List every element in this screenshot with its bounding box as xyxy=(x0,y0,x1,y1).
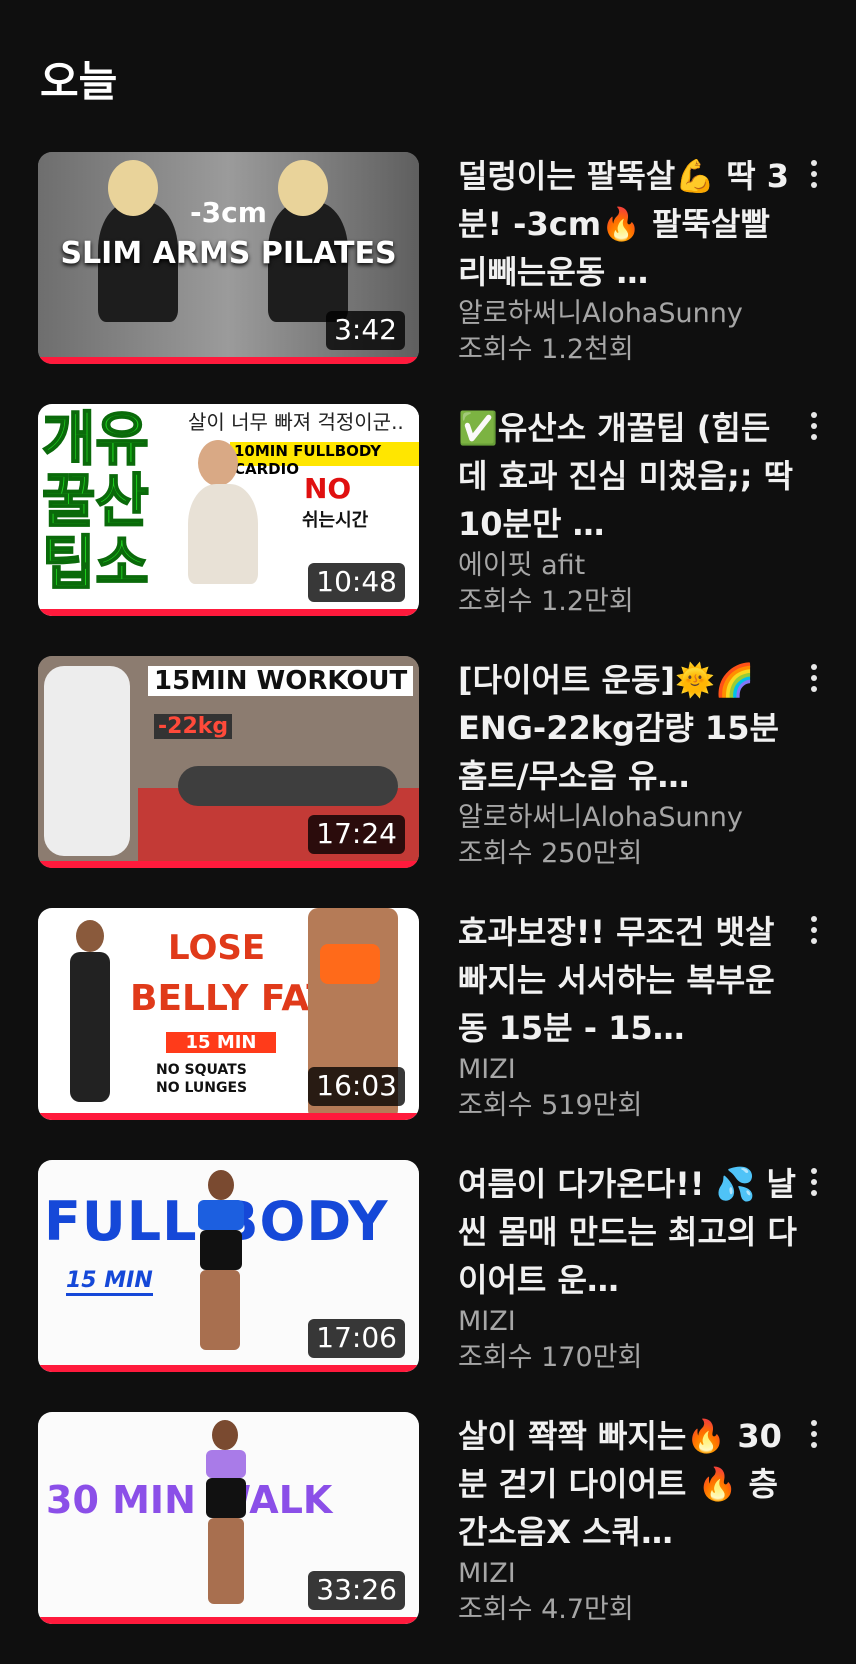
channel-name: MIZI xyxy=(458,1306,516,1337)
video-title[interactable]: ✅유산소 개꿀팁 (힘든데 효과 진심 미쳤음;; 딱 10분만 … xyxy=(458,404,798,548)
channel-name: 에이핏 afit xyxy=(458,550,586,581)
channel-name: 알로하써니AlohaSunny xyxy=(458,802,743,833)
thumbnail-text: 15 MIN xyxy=(66,1268,153,1296)
video-item[interactable]: FULL BODY 15 MIN 17:06 여름이 다가온다!! 💦 날씬 몸… xyxy=(0,1160,856,1412)
video-title[interactable]: 여름이 다가온다!! 💦 날씬 몸매 만드는 최고의 다이어트 운… xyxy=(458,1160,798,1304)
video-title[interactable]: 덜렁이는 팔뚝살💪 딱 3분! -3cm🔥 팔뚝살빨리빼는운동 … xyxy=(458,152,798,296)
more-vert-icon[interactable] xyxy=(802,408,826,444)
section-title: 오늘 xyxy=(40,57,118,106)
thumbnail-text: 15MIN WORKOUT xyxy=(148,666,414,696)
duration-badge: 17:24 xyxy=(308,815,405,854)
watched-progress-bar xyxy=(38,609,419,616)
thumbnail-text: SLIM ARMS PILATES xyxy=(60,236,397,271)
thumbnail-text: NO LUNGES xyxy=(156,1080,248,1096)
thumbnail-text: BELLY FAT xyxy=(130,978,331,1019)
video-item[interactable]: 개유꿀산팁소 살이 너무 빠져 걱정이군.. 10MIN FULLBODY CA… xyxy=(0,404,856,656)
thumbnail-text: LOSE xyxy=(168,928,266,968)
thumbnail-text: NO SQUATS xyxy=(156,1062,247,1078)
watched-progress-bar xyxy=(38,357,419,364)
video-thumbnail[interactable]: -3cm SLIM ARMS PILATES 3:42 xyxy=(38,152,419,364)
video-thumbnail[interactable]: 15MIN WORKOUT -22kg 17:24 xyxy=(38,656,419,868)
thumbnail-text: 15 MIN xyxy=(166,1032,276,1053)
channel-name: MIZI xyxy=(458,1054,516,1085)
duration-badge: 10:48 xyxy=(308,563,405,602)
view-count: 조회수 519만회 xyxy=(458,1090,643,1121)
view-count: 조회수 250만회 xyxy=(458,838,643,869)
watched-progress-bar xyxy=(38,861,419,868)
video-meta[interactable]: 효과보장!! 무조건 뱃살 빠지는 서서하는 복부운동 15분 - 15… MI… xyxy=(458,908,798,1124)
thumbnail-text: NO xyxy=(304,472,352,505)
channel-name: MIZI xyxy=(458,1558,516,1589)
watched-progress-bar xyxy=(38,1113,419,1120)
watched-progress-bar xyxy=(38,1617,419,1624)
thumbnail-text: -3cm xyxy=(190,196,267,229)
more-vert-icon[interactable] xyxy=(802,1416,826,1452)
view-count: 조회수 1.2만회 xyxy=(458,586,634,617)
video-thumbnail[interactable]: 개유꿀산팁소 살이 너무 빠져 걱정이군.. 10MIN FULLBODY CA… xyxy=(38,404,419,616)
video-meta[interactable]: 여름이 다가온다!! 💦 날씬 몸매 만드는 최고의 다이어트 운… MIZI … xyxy=(458,1160,798,1376)
video-item[interactable]: -3cm SLIM ARMS PILATES 3:42 덜렁이는 팔뚝살💪 딱 … xyxy=(0,152,856,404)
thumbnail-text: 쉬는시간 xyxy=(302,510,369,531)
thumbnail-text: -22kg xyxy=(154,714,233,739)
video-meta[interactable]: 살이 쫙쫙 빠지는🔥 30분 걷기 다이어트 🔥 층간소음X 스쿼… MIZI … xyxy=(458,1412,798,1628)
duration-badge: 16:03 xyxy=(308,1067,405,1106)
view-count: 조회수 170만회 xyxy=(458,1342,643,1373)
channel-name: 알로하써니AlohaSunny xyxy=(458,298,743,329)
duration-badge: 3:42 xyxy=(326,311,405,350)
more-vert-icon[interactable] xyxy=(802,1164,826,1200)
more-vert-icon[interactable] xyxy=(802,912,826,948)
video-thumbnail[interactable]: LOSE BELLY FAT 15 MIN NO SQUATS NO LUNGE… xyxy=(38,908,419,1120)
video-title[interactable]: 효과보장!! 무조건 뱃살 빠지는 서서하는 복부운동 15분 - 15… xyxy=(458,908,798,1052)
more-vert-icon[interactable] xyxy=(802,156,826,192)
view-count: 조회수 4.7만회 xyxy=(458,1594,634,1625)
video-title[interactable]: [다이어트 운동]🌞🌈ENG-22kg감량 15분홈트/무소음 유… xyxy=(458,656,798,800)
watched-progress-bar xyxy=(38,1365,419,1372)
view-count: 조회수 1.2천회 xyxy=(458,334,634,365)
video-meta[interactable]: [다이어트 운동]🌞🌈ENG-22kg감량 15분홈트/무소음 유… 알로하써니… xyxy=(458,656,798,872)
video-meta[interactable]: ✅유산소 개꿀팁 (힘든데 효과 진심 미쳤음;; 딱 10분만 … 에이핏 a… xyxy=(458,404,798,620)
video-title[interactable]: 살이 쫙쫙 빠지는🔥 30분 걷기 다이어트 🔥 층간소음X 스쿼… xyxy=(458,1412,798,1556)
video-meta[interactable]: 덜렁이는 팔뚝살💪 딱 3분! -3cm🔥 팔뚝살빨리빼는운동 … 알로하써니A… xyxy=(458,152,798,368)
more-vert-icon[interactable] xyxy=(802,660,826,696)
duration-badge: 17:06 xyxy=(308,1319,405,1358)
video-item[interactable]: LOSE BELLY FAT 15 MIN NO SQUATS NO LUNGE… xyxy=(0,908,856,1160)
video-thumbnail[interactable]: FULL BODY 15 MIN 17:06 xyxy=(38,1160,419,1372)
thumbnail-text: 10MIN FULLBODY CARDIO xyxy=(230,442,419,478)
thumbnail-text: 개유꿀산팁소 xyxy=(41,405,150,597)
thumbnail-text: 살이 너무 빠져 걱정이군.. xyxy=(184,406,419,436)
video-item[interactable]: 30 MIN WALK 33:26 살이 쫙쫙 빠지는🔥 30분 걷기 다이어트… xyxy=(0,1412,856,1664)
video-item[interactable]: 15MIN WORKOUT -22kg 17:24 [다이어트 운동]🌞🌈ENG… xyxy=(0,656,856,908)
video-thumbnail[interactable]: 30 MIN WALK 33:26 xyxy=(38,1412,419,1624)
duration-badge: 33:26 xyxy=(308,1571,405,1610)
history-video-list: -3cm SLIM ARMS PILATES 3:42 덜렁이는 팔뚝살💪 딱 … xyxy=(0,152,856,1664)
